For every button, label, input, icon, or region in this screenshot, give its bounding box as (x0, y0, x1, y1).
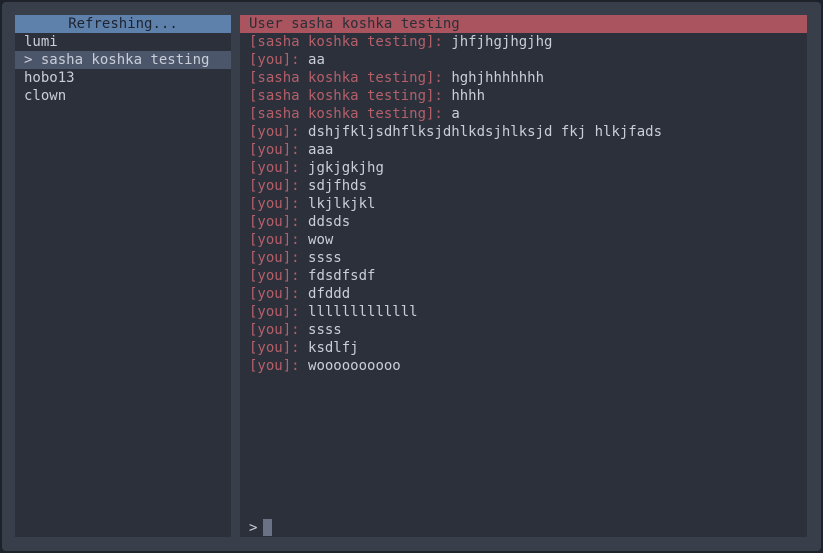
text-cursor (263, 519, 273, 536)
message-sender: [you]: (249, 286, 300, 302)
message-sender: [sasha koshka testing]: (249, 106, 443, 122)
message-row: [you]: ddsds (249, 213, 807, 231)
message-sender: [you]: (249, 340, 300, 356)
message-row: [you]: ssss (249, 249, 807, 267)
chat-title: User sasha koshka testing (240, 15, 807, 33)
message-row: [you]: sdjfhds (249, 177, 807, 195)
message-text: sdjfhds (308, 178, 368, 194)
message-row: [you]: ssss (249, 321, 807, 339)
message-sender: [sasha koshka testing]: (249, 34, 443, 50)
message-row: [you]: lllllllllllll (249, 303, 807, 321)
message-row: [you]: ksdlfj (249, 339, 807, 357)
message-text: hghjhhhhhhh (451, 70, 545, 86)
message-text: lllllllllllll (308, 304, 418, 320)
message-text: ssss (308, 322, 342, 338)
message-row: [sasha koshka testing]: a (249, 105, 807, 123)
message-text: dshjfkljsdhflksjdhlkdsjhlksjd fkj hlkjfa… (308, 124, 663, 140)
contact-list-panel: Refreshing... lumi > sasha koshka testin… (15, 15, 231, 537)
message-text: woooooooooo (308, 358, 401, 374)
message-sender: [you]: (249, 358, 300, 374)
message-text: aa (308, 52, 325, 68)
message-row: [sasha koshka testing]: hghjhhhhhhh (249, 69, 807, 87)
message-row: [you]: fdsdfsdf (249, 267, 807, 285)
message-list: [sasha koshka testing]: jhfjhgjhgjhg [you… (240, 33, 807, 375)
message-row: [you]: jgkjgkjhg (249, 159, 807, 177)
message-sender: [you]: (249, 142, 300, 158)
message-sender: [sasha koshka testing]: (249, 70, 443, 86)
input-prompt: > (249, 520, 258, 536)
message-sender: [you]: (249, 250, 300, 266)
message-text: lkjlkjkl (308, 196, 376, 212)
message-text: hhhh (451, 88, 486, 104)
message-text: ssss (308, 250, 342, 266)
message-sender: [you]: (249, 124, 300, 140)
message-text: dfddd (308, 286, 351, 302)
contact-item-clown[interactable]: clown (15, 87, 231, 105)
message-text: fdsdfsdf (308, 268, 376, 284)
message-row: [sasha koshka testing]: hhhh (249, 87, 807, 105)
message-text: wow (308, 232, 334, 248)
message-row: [you]: aa (249, 51, 807, 69)
message-input[interactable]: > (249, 519, 273, 537)
message-row: [you]: aaa (249, 141, 807, 159)
message-text: aaa (308, 142, 334, 158)
message-sender: [you]: (249, 322, 300, 338)
contact-list-status: Refreshing... (15, 15, 231, 33)
message-sender: [you]: (249, 52, 300, 68)
message-row: [you]: dshjfkljsdhflksjdhlkdsjhlksjd fkj… (249, 123, 807, 141)
message-sender: [you]: (249, 268, 300, 284)
message-sender: [you]: (249, 178, 300, 194)
message-row: [sasha koshka testing]: jhfjhgjhgjhg (249, 33, 807, 51)
message-text: jhfjhgjhgjhg (451, 34, 553, 50)
message-sender: [sasha koshka testing]: (249, 88, 443, 104)
message-row: [you]: woooooooooo (249, 357, 807, 375)
chat-panel: User sasha koshka testing [sasha koshka … (240, 15, 807, 537)
contact-item-lumi[interactable]: lumi (15, 33, 231, 51)
message-sender: [you]: (249, 214, 300, 230)
message-sender: [you]: (249, 304, 300, 320)
message-row: [you]: wow (249, 231, 807, 249)
message-sender: [you]: (249, 160, 300, 176)
message-row: [you]: dfddd (249, 285, 807, 303)
message-sender: [you]: (249, 196, 300, 212)
contact-item-sasha-koshka-testing[interactable]: > sasha koshka testing (15, 51, 231, 69)
message-sender: [you]: (249, 232, 300, 248)
message-row: [you]: lkjlkjkl (249, 195, 807, 213)
message-text: a (451, 106, 460, 122)
message-text: jgkjgkjhg (308, 160, 384, 176)
contact-item-hobo13[interactable]: hobo13 (15, 69, 231, 87)
message-text: ddsds (308, 214, 351, 230)
message-text: ksdlfj (308, 340, 359, 356)
